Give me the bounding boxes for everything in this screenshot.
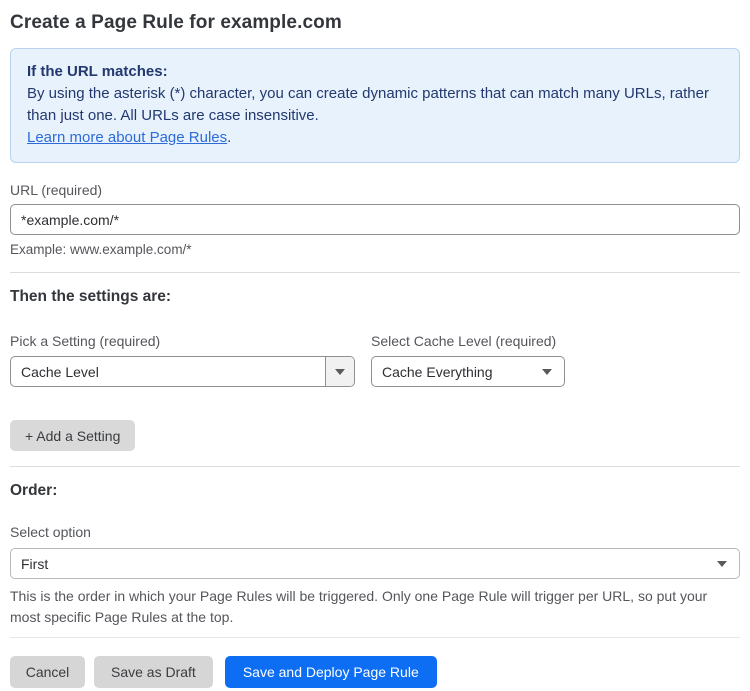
setting-picker-dropdown[interactable]: Cache Level <box>10 356 355 387</box>
setting-picker-column: Pick a Setting (required) Cache Level <box>10 333 355 387</box>
page-title: Create a Page Rule for example.com <box>10 12 342 33</box>
action-buttons-row: Cancel Save as Draft Save and Deploy Pag… <box>10 656 740 688</box>
chevron-down-icon <box>335 368 345 375</box>
add-setting-button[interactable]: + Add a Setting <box>10 420 136 451</box>
url-match-info-box: If the URL matches: By using the asteris… <box>10 48 740 163</box>
info-box-body: By using the asterisk (*) character, you… <box>27 85 709 124</box>
setting-picker-label: Pick a Setting (required) <box>10 333 161 349</box>
cache-level-dropdown[interactable]: Cache Everything <box>371 356 565 387</box>
cache-level-picker-label: Select Cache Level (required) <box>371 333 557 349</box>
create-page-rule-form: Create a Page Rule for example.com If th… <box>0 0 750 688</box>
order-value: First <box>21 555 49 572</box>
setting-picker-value: Cache Level <box>21 363 99 380</box>
dropdown-arrow-button[interactable] <box>325 357 354 386</box>
cancel-button[interactable]: Cancel <box>10 656 85 688</box>
learn-more-link[interactable]: Learn more about Page Rules <box>27 129 227 146</box>
footer-divider <box>10 637 740 638</box>
order-dropdown[interactable]: First <box>10 548 740 579</box>
order-section-heading: Order: <box>10 482 58 499</box>
info-box-link-line: Learn more about Page Rules. <box>27 127 723 149</box>
order-helper-text: This is the order in which your Page Rul… <box>10 588 708 625</box>
link-suffix: . <box>227 129 232 146</box>
save-as-draft-button[interactable]: Save as Draft <box>94 656 213 688</box>
chevron-down-icon <box>542 368 552 375</box>
settings-section-heading: Then the settings are: <box>10 288 172 305</box>
info-box-heading: If the URL matches: <box>27 63 168 80</box>
url-field-label: URL (required) <box>10 182 103 198</box>
cache-level-picker-column: Select Cache Level (required) Cache Ever… <box>371 333 565 387</box>
section-divider <box>10 272 740 273</box>
order-select-label: Select option <box>10 524 91 540</box>
cache-level-value: Cache Everything <box>382 363 493 380</box>
url-input[interactable] <box>10 204 740 235</box>
chevron-down-icon <box>717 560 727 567</box>
section-divider <box>10 466 740 467</box>
settings-row: Pick a Setting (required) Cache Level Se… <box>10 333 740 387</box>
url-example-helper: Example: www.example.com/* <box>10 242 192 257</box>
save-and-deploy-button[interactable]: Save and Deploy Page Rule <box>224 656 437 688</box>
